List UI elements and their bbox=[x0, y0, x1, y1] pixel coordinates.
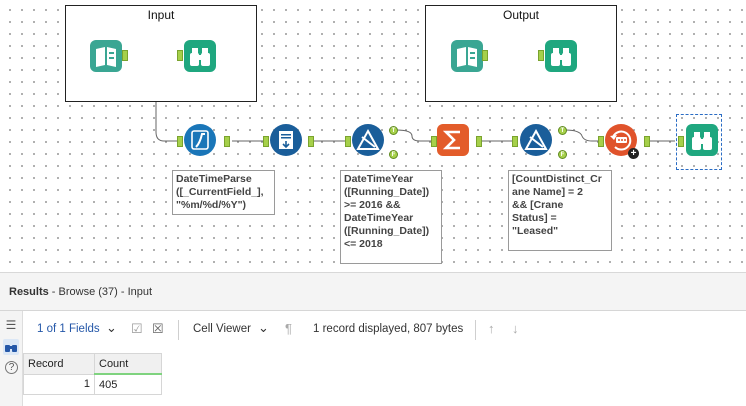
filter-crane-true-anchor[interactable]: T bbox=[558, 126, 567, 135]
filter-year-false-anchor[interactable]: F bbox=[389, 150, 398, 159]
filter-icon bbox=[524, 128, 548, 150]
output-browse-anchor[interactable] bbox=[538, 50, 544, 61]
results-sidebar: ☰ ? bbox=[0, 311, 23, 406]
binoculars-icon bbox=[692, 132, 712, 150]
final-browse-input-anchor[interactable] bbox=[678, 136, 684, 147]
formula-annotation: DateTimeParse ([_CurrentField_], "%m/%d/… bbox=[172, 170, 275, 215]
toolbar-separator bbox=[475, 320, 476, 340]
book-icon bbox=[457, 47, 477, 67]
formula-output-anchor[interactable] bbox=[224, 136, 230, 147]
cell-viewer-selector[interactable]: Cell Viewer bbox=[193, 323, 251, 335]
count-cell[interactable]: 405 bbox=[94, 373, 162, 395]
filter-year-tool[interactable] bbox=[352, 124, 384, 156]
toolbar-separator bbox=[178, 320, 179, 340]
column-header-count[interactable]: Count bbox=[94, 353, 162, 375]
sigma-icon bbox=[442, 130, 460, 150]
results-toolbar: 1 of 1 Fields ⌄ ☑ ☒ Cell Viewer ⌄ ¶ 1 re… bbox=[23, 311, 746, 349]
filter-icon bbox=[356, 128, 380, 150]
viewer-dropdown-chevron-icon[interactable]: ⌄ bbox=[258, 320, 269, 336]
output-tool-anchor[interactable] bbox=[482, 50, 488, 61]
output-browse-tool[interactable] bbox=[545, 40, 577, 72]
binoculars-icon bbox=[551, 48, 571, 66]
final-browse-tool[interactable] bbox=[686, 124, 718, 156]
help-icon[interactable]: ? bbox=[5, 361, 18, 374]
results-title-bold: Results bbox=[9, 286, 49, 298]
results-grid: Record Count 1 405 bbox=[23, 353, 162, 395]
fields-selector[interactable]: 1 of 1 Fields bbox=[37, 323, 100, 335]
record-status-text: 1 record displayed, 807 bytes bbox=[313, 323, 464, 335]
summarize-tool[interactable] bbox=[437, 124, 469, 156]
binoculars-icon bbox=[190, 48, 210, 66]
binoculars-view-icon[interactable] bbox=[3, 339, 19, 355]
filter-crane-input-anchor[interactable] bbox=[512, 136, 518, 147]
filter-crane-tool[interactable] bbox=[520, 124, 552, 156]
container-output-title: Output bbox=[502, 8, 540, 22]
arrow-up-icon[interactable]: ↑ bbox=[488, 321, 495, 336]
fields-dropdown-chevron-icon[interactable]: ⌄ bbox=[106, 320, 117, 336]
select-output-anchor[interactable] bbox=[308, 136, 314, 147]
formula-input-anchor[interactable] bbox=[177, 136, 183, 147]
select-input-anchor[interactable] bbox=[263, 136, 269, 147]
results-title: Results - Browse (37) - Input bbox=[9, 286, 152, 298]
clear-all-icon[interactable]: ☒ bbox=[152, 321, 164, 337]
arrow-down-icon[interactable]: ↓ bbox=[512, 321, 519, 336]
formula-icon bbox=[191, 130, 209, 150]
filter-year-annotation: DateTimeYear ([Running_Date]) >= 2016 &&… bbox=[340, 170, 442, 264]
book-icon bbox=[96, 47, 116, 67]
multi-field-formula-tool[interactable] bbox=[184, 124, 216, 156]
record-number-cell: 1 bbox=[23, 373, 95, 395]
check-all-icon[interactable]: ☑ bbox=[131, 321, 143, 337]
output-data-tool[interactable] bbox=[451, 40, 483, 72]
list-select-icon bbox=[279, 131, 293, 149]
filter-crane-annotation: [CountDistinct_Cr ane Name] = 2 && [Cran… bbox=[508, 170, 612, 251]
filter-crane-false-anchor[interactable]: F bbox=[558, 150, 567, 159]
pilcrow-icon[interactable]: ¶ bbox=[285, 321, 292, 336]
sample-input-anchor[interactable] bbox=[598, 136, 604, 147]
results-table: Record Count 1 405 bbox=[23, 353, 162, 395]
column-header-record[interactable]: Record bbox=[23, 353, 95, 375]
browse-tool[interactable] bbox=[184, 40, 216, 72]
select-tool[interactable] bbox=[270, 124, 302, 156]
list-icon[interactable]: ☰ bbox=[3, 317, 19, 333]
results-header: Results - Browse (37) - Input bbox=[0, 273, 746, 311]
results-panel: Results - Browse (37) - Input ☰ ? 1 of 1… bbox=[0, 272, 746, 406]
summarize-output-anchor[interactable] bbox=[476, 136, 482, 147]
input-output-anchor[interactable] bbox=[122, 50, 128, 61]
results-title-source: - Browse (37) - Input bbox=[48, 286, 153, 298]
input-data-tool[interactable] bbox=[90, 40, 122, 72]
filter-year-true-anchor[interactable]: T bbox=[389, 126, 398, 135]
table-header-row: Record Count bbox=[23, 353, 162, 375]
browse-input-anchor[interactable] bbox=[177, 50, 183, 61]
filter-year-input-anchor[interactable] bbox=[345, 136, 351, 147]
container-input-title: Input bbox=[147, 8, 175, 22]
workflow-canvas[interactable]: Input Output DateTimeParse ([_CurrentFie… bbox=[0, 0, 746, 272]
table-row[interactable]: 1 405 bbox=[23, 373, 162, 395]
sample-output-anchor[interactable] bbox=[644, 136, 650, 147]
plus-badge-icon: + bbox=[628, 148, 639, 159]
